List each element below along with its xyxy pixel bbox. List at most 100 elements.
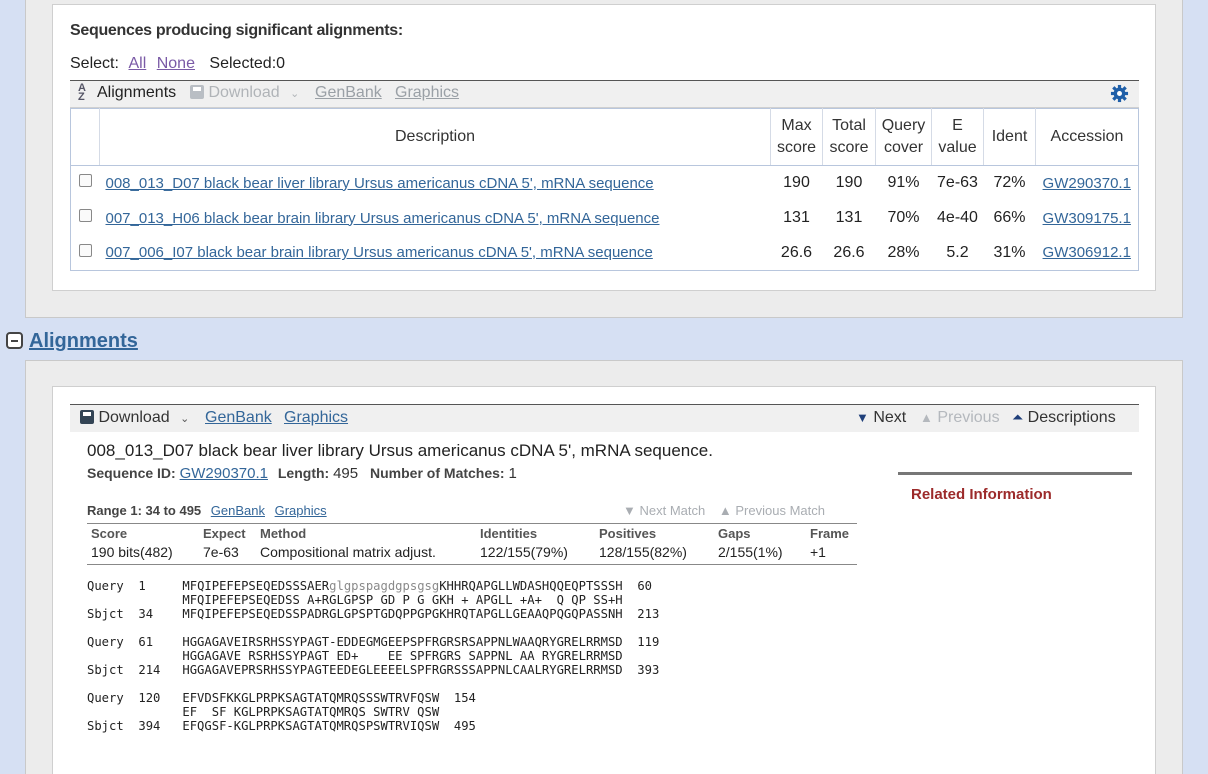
- query-line: Query 1 MFQIPEFEPSEQEDSSSAERglgpspagdgps…: [87, 579, 652, 593]
- score-value-row: 190 bits(482) 7e-63 Compositional matrix…: [87, 542, 857, 565]
- range-genbank-link[interactable]: GenBank: [211, 503, 265, 518]
- previous-match-button-disabled[interactable]: ▲ Previous Match: [719, 503, 825, 518]
- column-header-accession[interactable]: Accession: [1035, 108, 1139, 166]
- matches-label: Number of Matches:: [370, 465, 505, 481]
- hit-title: 008_013_D07 black bear liver library Urs…: [87, 441, 713, 460]
- download-label: Download: [98, 409, 170, 426]
- select-none-link[interactable]: None: [157, 55, 195, 72]
- query-cover-cell: 91%: [887, 174, 920, 192]
- table-row: 007_006_I07 black bear brain library Urs…: [71, 236, 1139, 271]
- hit-description-link[interactable]: 008_013_D07 black bear liver library Urs…: [106, 175, 654, 192]
- download-icon: [190, 85, 204, 99]
- next-match-button-disabled[interactable]: ▼ Next Match: [623, 503, 705, 518]
- accession-link[interactable]: GW309175.1: [1043, 210, 1131, 227]
- sequence-alignment-block: Query 1 MFQIPEFEPSEQEDSSSAERglgpspagdgps…: [87, 579, 659, 733]
- select-row: Select: All None Selected:0: [70, 55, 291, 73]
- checkbox-column-header: [70, 108, 100, 166]
- genbank-link[interactable]: GenBank: [205, 409, 272, 427]
- column-header-e-value[interactable]: Evalue: [931, 108, 984, 166]
- score-value: 190 bits(482): [91, 543, 173, 560]
- expect-header: Expect: [203, 526, 246, 542]
- ident-cell: 66%: [993, 209, 1026, 226]
- row-checkbox[interactable]: [71, 236, 100, 271]
- collapse-icon[interactable]: [6, 332, 23, 349]
- descriptions-button[interactable]: ⏶ Descriptions: [1012, 409, 1116, 427]
- total-score-cell: 190: [835, 174, 863, 192]
- hits-table: Description Max score Total score Query cov…: [70, 108, 1139, 271]
- row-checkbox[interactable]: [71, 166, 100, 201]
- alignments-tab[interactable]: Alignments: [97, 84, 176, 102]
- related-information-heading: Related Information: [898, 472, 1132, 503]
- query-line: Query 61 HGGAGAVEIRSRHSSYPAGT-EDDEGMGEEP…: [87, 635, 660, 649]
- column-header-query-cover[interactable]: Query cover: [875, 108, 932, 166]
- e-value-cell: 7e-63: [937, 174, 978, 192]
- frame-header: Frame: [810, 526, 850, 542]
- column-header-total-score[interactable]: Total score: [822, 108, 876, 166]
- row-checkbox[interactable]: [71, 201, 100, 236]
- gear-icon[interactable]: [1110, 84, 1129, 108]
- triangle-down-icon: ▼: [623, 503, 636, 518]
- accession-link[interactable]: GW290370.1: [1043, 175, 1131, 192]
- selected-count: Selected:0: [209, 55, 286, 72]
- previous-button-disabled[interactable]: ▲ Previous: [920, 409, 1000, 427]
- column-header-ident[interactable]: Ident: [983, 108, 1036, 166]
- select-all-link[interactable]: All: [128, 55, 146, 72]
- sequence-id-link[interactable]: GW290370.1: [180, 465, 268, 482]
- match-line: MFQIPEFEPSEQEDSS A+RGLGPSP GD P G GKH + …: [87, 593, 623, 607]
- sequence-id-label: Sequence ID:: [87, 465, 176, 481]
- next-label: Next: [873, 409, 907, 426]
- hit-description-link[interactable]: 007_013_H06 black bear brain library Urs…: [106, 210, 660, 227]
- alignment-score-table: Score Expect Method Identities Positives…: [87, 523, 857, 565]
- score-header-row: Score Expect Method Identities Positives…: [87, 524, 857, 542]
- score-header: Score: [91, 526, 128, 542]
- download-menu-disabled[interactable]: Download ⌄: [190, 84, 299, 102]
- range-graphics-link[interactable]: Graphics: [275, 503, 327, 518]
- expect-value: 7e-63: [203, 543, 239, 560]
- e-value-cell: 5.2: [946, 243, 969, 261]
- positives-header: Positives: [599, 526, 657, 542]
- table-row: 007_013_H06 black bear brain library Urs…: [71, 201, 1139, 236]
- total-score-cell: 26.6: [833, 243, 865, 261]
- descriptions-toolbar: AZ Alignments Download ⌄ GenBank Graphic…: [70, 80, 1139, 108]
- alignments-heading-link[interactable]: Alignments: [29, 330, 138, 353]
- ident-cell: 72%: [993, 174, 1026, 192]
- table-header-row: Description Max score Total score Query cov…: [70, 108, 1139, 166]
- graphics-link-disabled[interactable]: Graphics: [395, 84, 459, 102]
- download-icon: [80, 410, 94, 424]
- download-label: Download: [208, 84, 280, 101]
- jump-up-icon: ⏶: [1012, 409, 1024, 425]
- hit-meta: Sequence ID: GW290370.1 Length: 495 Numb…: [87, 465, 517, 482]
- query-cover-cell: 28%: [887, 243, 920, 261]
- genbank-link-disabled[interactable]: GenBank: [315, 84, 382, 102]
- triangle-down-icon: ▼: [856, 410, 869, 425]
- next-button[interactable]: ▼ Next: [856, 409, 906, 427]
- sort-icon[interactable]: AZ: [78, 83, 88, 103]
- gaps-value: 2/155(1%): [718, 543, 783, 560]
- match-navigation: ▼ Next Match ▲ Previous Match: [623, 503, 825, 518]
- max-score-cell: 131: [783, 209, 810, 226]
- length-label: Length:: [277, 465, 330, 481]
- sbjct-line: Sbjct 394 EFQGSF-KGLPRPKSAGTATQMRQSPSWTR…: [87, 719, 476, 733]
- column-header-max-score[interactable]: Max score: [770, 108, 823, 166]
- length-value: 495: [333, 465, 359, 482]
- download-menu[interactable]: Download ⌄: [80, 409, 189, 427]
- range-label: Range 1: 34 to 495: [87, 503, 202, 518]
- triangle-up-icon: ▲: [920, 410, 933, 425]
- positives-value: 128/155(82%): [599, 543, 687, 560]
- sbjct-line: Sbjct 214 HGGAGAVEPRSRHSSYPAGTEEDEGLEEEE…: [87, 663, 660, 677]
- identities-header: Identities: [480, 526, 538, 542]
- triangle-up-icon: ▲: [718, 503, 732, 518]
- method-value: Compositional matrix adjust.: [260, 543, 436, 560]
- max-score-cell: 26.6: [780, 243, 813, 261]
- column-header-description[interactable]: Description: [99, 108, 771, 166]
- max-score-cell: 190: [783, 174, 810, 192]
- match-line: EF SF KGLPRPKSAGTATQMRQS SWTRV QSW: [87, 705, 440, 719]
- chevron-down-icon: ⌄: [180, 413, 190, 425]
- graphics-link[interactable]: Graphics: [284, 409, 348, 427]
- range-row: Range 1: 34 to 495 GenBank Graphics ▼ Ne…: [87, 503, 857, 518]
- accession-link[interactable]: GW306912.1: [1043, 244, 1131, 261]
- match-line: HGGAGAVE RSRHSSYPAGT ED+ EE SPFRGRS SAPP…: [87, 649, 623, 663]
- e-value-cell: 4e-40: [937, 209, 978, 226]
- hit-description-link[interactable]: 007_006_I07 black bear brain library Urs…: [106, 244, 653, 261]
- matches-value: 1: [508, 465, 517, 482]
